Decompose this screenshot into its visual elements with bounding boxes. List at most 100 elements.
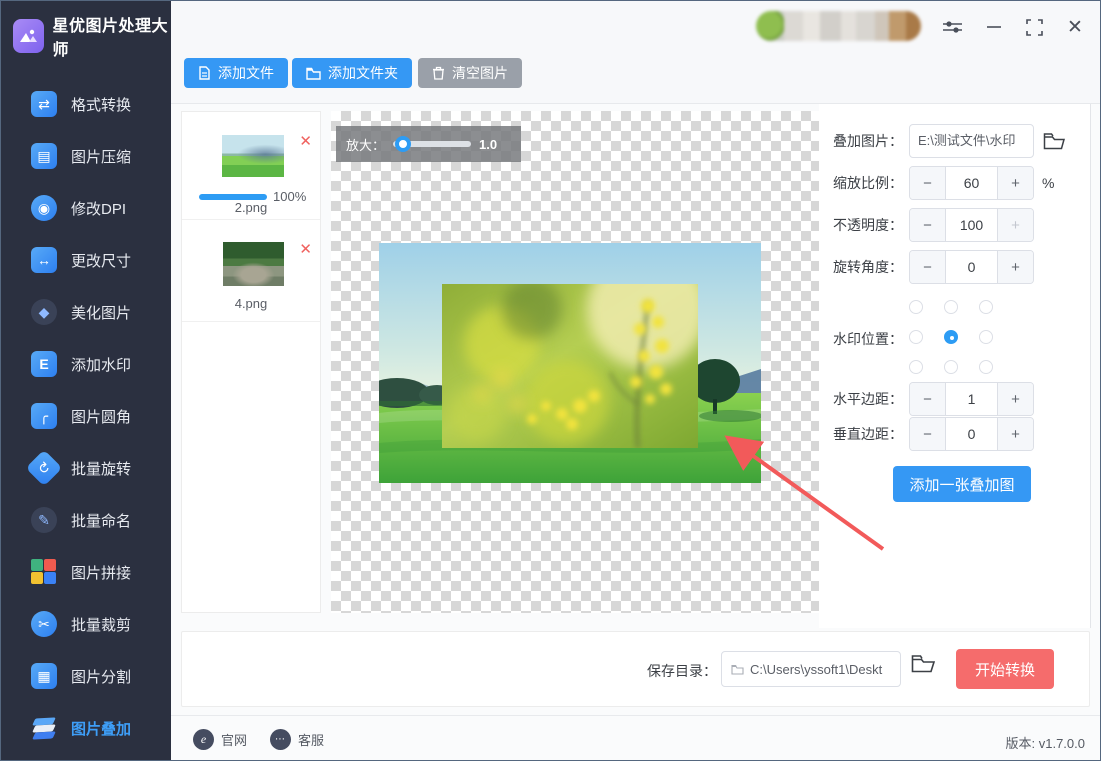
support-label: 客服 — [298, 733, 325, 748]
image-split-icon: ▦ — [31, 663, 57, 689]
save-bar: 保存目录： C:\Users\yssoft1\Deskt 开始转换 — [181, 631, 1090, 707]
image-overlay-icon — [31, 715, 57, 741]
h-margin-decrease-button[interactable]: − — [910, 383, 946, 415]
sidebar-item-label: 修改DPI — [71, 200, 127, 218]
rotation-decrease-button[interactable]: − — [910, 251, 946, 283]
chat-icon: ⋯ — [270, 729, 291, 750]
base-image-preview[interactable] — [365, 243, 763, 483]
sidebar-item-beautify[interactable]: ◆ 美化图片 — [1, 286, 171, 338]
file-thumbnail[interactable] — [223, 242, 284, 286]
start-convert-button[interactable]: 开始转换 — [956, 649, 1054, 689]
sidebar-item-label: 更改尺寸 — [71, 252, 132, 270]
beautify-icon: ◆ — [31, 299, 57, 325]
add-folder-label: 添加文件夹 — [328, 65, 398, 81]
overlay-settings-panel: 叠加图片： E:\测试文件\水印 缩放比例： − 60 + % 不透明度： − — [819, 104, 1090, 628]
sidebar-item-resize[interactable]: ↔ 更改尺寸 — [1, 234, 171, 286]
app-logo-icon — [13, 19, 44, 53]
scale-decrease-button[interactable]: − — [910, 167, 946, 199]
h-margin-value[interactable]: 1 — [946, 383, 997, 415]
sidebar-item-batch-crop[interactable]: ✂ 批量裁剪 — [1, 598, 171, 650]
sidebar-item-label: 美化图片 — [71, 304, 132, 322]
close-icon[interactable]: ✕ — [1064, 16, 1086, 38]
remove-file-icon[interactable]: ✕ — [299, 242, 312, 257]
scale-row: 缩放比例： − 60 + % — [833, 166, 1054, 200]
v-margin-value[interactable]: 0 — [946, 418, 997, 450]
sidebar-item-batch-rotate[interactable]: ↻ 批量旋转 — [1, 442, 171, 494]
add-folder-button[interactable]: 添加文件夹 — [292, 58, 412, 88]
format-convert-icon: ⇄ — [31, 91, 57, 117]
overlay-image-label: 叠加图片： — [833, 133, 903, 149]
overlay-image-preview[interactable] — [442, 249, 707, 449]
position-label: 水印位置： — [833, 331, 903, 347]
position-radio-bottom-right[interactable] — [979, 360, 993, 374]
opacity-decrease-button[interactable]: − — [910, 209, 946, 241]
sidebar-item-label: 图片圆角 — [71, 408, 132, 426]
file-list-item[interactable]: ✕ 4.png — [182, 220, 320, 322]
sidebar-item-image-overlay[interactable]: 图片叠加 — [1, 702, 171, 754]
position-radio-top-left[interactable] — [909, 300, 923, 314]
clear-images-button[interactable]: 清空图片 — [418, 58, 522, 88]
scale-increase-button[interactable]: + — [997, 167, 1033, 199]
customer-service-link[interactable]: ⋯ 客服 — [270, 729, 324, 750]
add-file-button[interactable]: 添加文件 — [184, 58, 288, 88]
opacity-increase-button[interactable]: + — [997, 209, 1033, 241]
user-account-blurred[interactable] — [756, 11, 921, 41]
maximize-icon[interactable] — [1023, 16, 1045, 38]
position-radio-center[interactable] — [944, 330, 958, 344]
position-radio-top-right[interactable] — [979, 300, 993, 314]
app-logo: 星优图片处理大师 — [1, 1, 171, 70]
position-radio-middle-left[interactable] — [909, 330, 923, 344]
scale-value[interactable]: 60 — [946, 167, 997, 199]
v-margin-decrease-button[interactable]: − — [910, 418, 946, 450]
position-radio-bottom-left[interactable] — [909, 360, 923, 374]
sidebar-item-watermark[interactable]: E 添加水印 — [1, 338, 171, 390]
file-list-panel: ✕ 100% 2.png ✕ 4.png — [181, 111, 321, 613]
remove-file-icon[interactable]: ✕ — [299, 134, 312, 149]
file-thumbnail[interactable] — [222, 135, 284, 177]
scale-unit: % — [1042, 175, 1055, 191]
zoom-slider[interactable] — [393, 136, 472, 152]
v-margin-increase-button[interactable]: + — [997, 418, 1033, 450]
rotation-stepper: − 0 + — [909, 250, 1034, 284]
save-dir-input[interactable]: C:\Users\yssoft1\Deskt — [721, 651, 901, 687]
batch-rotate-icon: ↻ — [25, 449, 63, 487]
main-area: ✕ 添加文件 添加文件夹 清空图片 ✕ 100% 2.png ✕ 4.png 放… — [171, 1, 1100, 760]
file-icon — [199, 66, 210, 80]
h-margin-row: 水平边距： − 1 + — [833, 382, 1034, 416]
sidebar-item-image-split[interactable]: ▦ 图片分割 — [1, 650, 171, 702]
position-radio-bottom-center[interactable] — [944, 360, 958, 374]
position-radio-middle-right[interactable] — [979, 330, 993, 344]
opacity-value[interactable]: 100 — [946, 209, 997, 241]
file-list-item[interactable]: ✕ 100% 2.png — [182, 112, 320, 220]
sidebar-item-round-corner[interactable]: ╭ 图片圆角 — [1, 390, 171, 442]
rotation-value[interactable]: 0 — [946, 251, 997, 283]
minimize-icon[interactable] — [983, 16, 1005, 38]
batch-rename-icon: ✎ — [31, 507, 57, 533]
v-margin-row: 垂直边距： − 0 + — [833, 417, 1034, 451]
settings-icon[interactable] — [941, 16, 963, 38]
watermark-position-grid — [909, 300, 993, 374]
sidebar: 星优图片处理大师 ⇄ 格式转换 ▤ 图片压缩 ◉ 修改DPI ↔ 更改尺寸 ◆ … — [1, 1, 171, 760]
h-margin-increase-button[interactable]: + — [997, 383, 1033, 415]
batch-crop-icon: ✂ — [31, 611, 57, 637]
position-radio-top-center[interactable] — [944, 300, 958, 314]
save-dir-label: 保存目录： — [647, 663, 717, 679]
rotation-label: 旋转角度： — [833, 259, 903, 275]
preview-canvas[interactable]: 放大： 1.0 — [331, 111, 819, 613]
overlay-image-path-input[interactable]: E:\测试文件\水印 — [909, 124, 1034, 158]
browse-save-folder-icon[interactable] — [911, 654, 936, 678]
official-website-link[interactable]: e 官网 — [193, 729, 247, 750]
sidebar-item-image-stitch[interactable]: 图片拼接 — [1, 546, 171, 598]
zoom-label: 放大： — [346, 137, 386, 153]
rotation-increase-button[interactable]: + — [997, 251, 1033, 283]
sidebar-item-label: 格式转换 — [71, 96, 132, 114]
sidebar-item-image-compress[interactable]: ▤ 图片压缩 — [1, 130, 171, 182]
browse-overlay-folder-icon[interactable] — [1043, 132, 1065, 150]
scale-stepper: − 60 + — [909, 166, 1034, 200]
zoom-slider-handle[interactable] — [395, 136, 412, 152]
website-label: 官网 — [221, 733, 248, 748]
add-overlay-button[interactable]: 添加一张叠加图 — [893, 466, 1031, 502]
sidebar-item-batch-rename[interactable]: ✎ 批量命名 — [1, 494, 171, 546]
sidebar-item-modify-dpi[interactable]: ◉ 修改DPI — [1, 182, 171, 234]
sidebar-item-format-convert[interactable]: ⇄ 格式转换 — [1, 78, 171, 130]
